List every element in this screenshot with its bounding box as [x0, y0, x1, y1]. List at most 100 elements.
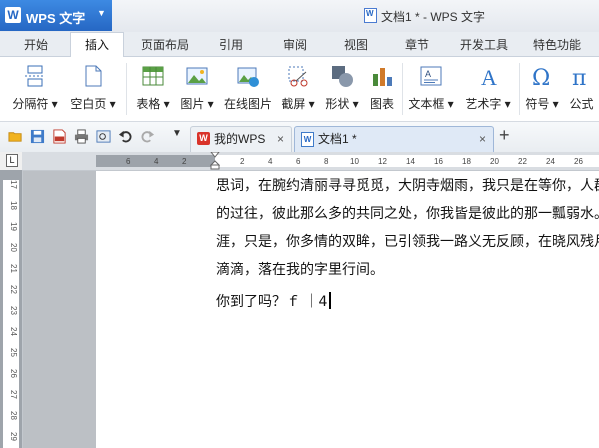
document-page[interactable]: 思词，在腕约清丽寻寻觅觅，大阴寺烟雨，我只是在等你，人群 的过往，彼此那么多的共…: [96, 171, 599, 448]
omega-symbol-icon: Ω: [532, 66, 550, 88]
ruler-tick: 28: [9, 411, 18, 420]
online-picture-button[interactable]: 在线图片: [220, 59, 276, 117]
svg-text:A: A: [481, 65, 497, 88]
ruler-tab-selector[interactable]: L: [0, 152, 23, 171]
divider-label: 分隔符 ▾: [12, 97, 58, 111]
tab-my-wps[interactable]: W 我的WPS ×: [190, 126, 292, 152]
shape-icon: [332, 66, 353, 87]
formula-button[interactable]: π 公式: [564, 59, 599, 117]
close-icon[interactable]: ×: [277, 127, 284, 151]
document-line[interactable]: 思词，在腕约清丽寻寻觅觅，大阴寺烟雨，我只是在等你，人群: [216, 175, 599, 195]
tab-insert[interactable]: 插入: [70, 32, 125, 57]
document-icon: W: [301, 132, 314, 147]
chart-button[interactable]: 图表: [364, 59, 400, 117]
ruler-tick: 18: [9, 201, 18, 210]
document-line[interactable]: 涯，只是，你多情的双眸，已引领我一路义无反顾，在晓风残月: [216, 231, 599, 251]
tab-document1-label: 文档1 *: [318, 132, 357, 146]
picture-label: 图片 ▾: [180, 97, 214, 111]
typed-text: 你到了吗？ｆ ｜4: [216, 294, 328, 310]
shape-button[interactable]: 形状 ▾: [321, 59, 363, 117]
document-input-line[interactable]: 你到了吗？ｆ ｜4: [216, 291, 332, 311]
blank-page-icon: [85, 65, 102, 87]
ruler-tick: 27: [9, 390, 18, 399]
symbol-button[interactable]: Ω 符号 ▾: [522, 59, 562, 117]
textbox-button[interactable]: A 文本框 ▾: [405, 59, 457, 117]
chevron-down-icon: ▼: [97, 8, 106, 18]
text-cursor: [329, 292, 332, 309]
app-menu-button[interactable]: W WPS 文字 ▼: [0, 0, 112, 31]
wordart-icon: A: [481, 65, 497, 88]
ruler-tick: 6: [296, 157, 301, 166]
table-icon: [142, 66, 164, 86]
tab-references[interactable]: 引用: [219, 36, 243, 53]
customize-dropdown-icon[interactable]: ▼: [172, 128, 182, 139]
open-folder-icon[interactable]: [8, 129, 23, 144]
blank-page-label: 空白页 ▾: [70, 97, 116, 111]
save-icon[interactable]: [30, 129, 45, 144]
ruler-tick: 24: [546, 157, 555, 166]
wps-logo-icon: W: [5, 7, 21, 23]
indent-marker-icon[interactable]: [210, 152, 220, 170]
tab-developer[interactable]: 开发工具: [460, 36, 508, 53]
ruler-tick: 2: [240, 157, 245, 166]
symbol-label: 符号 ▾: [525, 97, 559, 111]
screenshot-button[interactable]: 截屏 ▾: [278, 59, 318, 117]
ribbon-separator: [402, 63, 403, 115]
export-pdf-icon[interactable]: [52, 129, 67, 144]
ruler-tick: 17: [9, 180, 18, 189]
online-picture-label: 在线图片: [223, 97, 272, 111]
ruler-tick: 20: [9, 243, 18, 252]
ribbon-tabs: 开始 插入 页面布局 引用 审阅 视图 章节 开发工具 特色功能: [0, 32, 599, 57]
redo-icon[interactable]: [140, 129, 155, 144]
blank-page-button[interactable]: 空白页 ▾: [64, 59, 122, 117]
wordart-button[interactable]: A 艺术字 ▾: [460, 59, 516, 117]
formula-label: 公式: [569, 97, 594, 111]
undo-icon[interactable]: [118, 129, 133, 144]
picture-button[interactable]: 图片 ▾: [176, 59, 218, 117]
tab-page-layout[interactable]: 页面布局: [141, 36, 189, 53]
svg-text:A: A: [425, 69, 431, 79]
chart-label: 图表: [369, 97, 394, 111]
tab-review[interactable]: 审阅: [283, 36, 307, 53]
ruler-tick: 19: [9, 222, 18, 231]
vertical-ruler[interactable]: 17 18 19 20 21 22 23 24 25 26 27 28 29: [0, 170, 23, 448]
ruler-tick: 4: [268, 157, 273, 166]
table-button[interactable]: 表格 ▾: [131, 59, 175, 117]
quick-access-bar: ▼ W 我的WPS × W 文档1 * × +: [0, 122, 599, 153]
ribbon-insert-panel: 分隔符 ▾ 空白页 ▾ 表格 ▾ 图片 ▾ 在线图片 截屏 ▾ 形状 ▾ 图表 …: [0, 57, 599, 122]
ruler-tick: 22: [518, 157, 527, 166]
tab-chapter[interactable]: 章节: [405, 36, 429, 53]
ruler-tick: 18: [462, 157, 471, 166]
ruler-tick: 23: [9, 306, 18, 315]
document-line[interactable]: 滴滴，落在我的字里行间。: [216, 259, 384, 279]
left-tab-stop-icon: L: [6, 154, 18, 167]
tab-home[interactable]: 开始: [24, 36, 48, 53]
horizontal-ruler[interactable]: 6 4 2 2 4 6 8 10 12 14 16 18 20 22 24 26: [22, 152, 599, 171]
document-line[interactable]: 的过往，彼此那么多的共同之处，你我皆是彼此的那一瓢弱水。: [216, 203, 599, 223]
ruler-tick: 6: [126, 157, 131, 166]
divider-button[interactable]: 分隔符 ▾: [6, 59, 64, 117]
screenshot-scissors-icon: [288, 66, 308, 87]
textbox-label: 文本框 ▾: [408, 97, 454, 111]
wps-logo-icon: W: [197, 132, 210, 145]
ruler-tick: 26: [9, 369, 18, 378]
ruler-tick: 2: [182, 157, 187, 166]
tab-view[interactable]: 视图: [344, 36, 368, 53]
bar-chart-icon: [373, 68, 392, 86]
window-title: 文档1 * - WPS 文字: [364, 8, 485, 25]
tab-document1[interactable]: W 文档1 * ×: [294, 126, 494, 152]
tab-my-wps-label: 我的WPS: [214, 132, 266, 146]
title-bar: W WPS 文字 ▼ 文档1 * - WPS 文字: [0, 0, 599, 33]
page-break-icon: [25, 65, 45, 87]
shape-label: 形状 ▾: [325, 97, 359, 111]
ruler-tick: 10: [350, 157, 359, 166]
ruler-tick: 22: [9, 285, 18, 294]
ruler-tick: 8: [324, 157, 329, 166]
new-tab-add-icon[interactable]: +: [499, 125, 510, 146]
print-preview-icon[interactable]: [96, 129, 111, 144]
print-icon[interactable]: [74, 129, 89, 144]
close-icon[interactable]: ×: [479, 127, 486, 151]
online-picture-icon: [237, 67, 259, 87]
table-label: 表格 ▾: [136, 97, 170, 111]
tab-special-features[interactable]: 特色功能: [533, 36, 581, 53]
